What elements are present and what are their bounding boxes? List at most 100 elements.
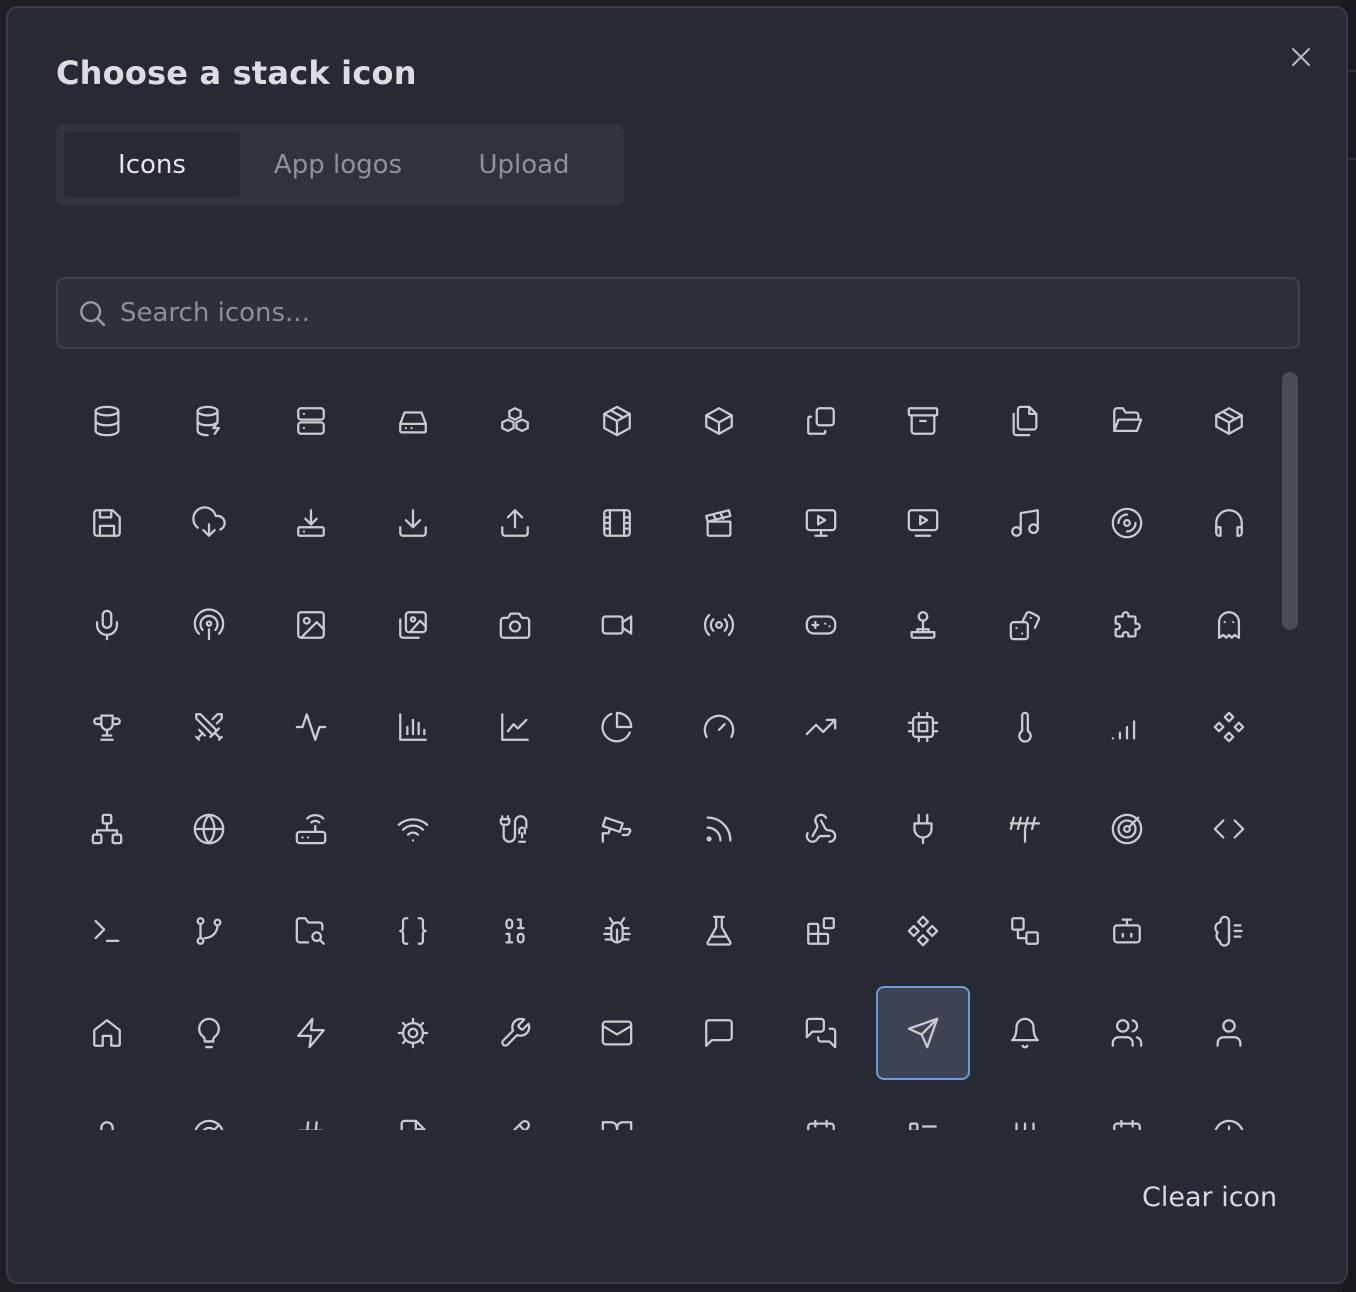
icon-option-archive[interactable]	[876, 374, 970, 468]
icon-option-clapperboard[interactable]	[672, 476, 766, 570]
icon-option-router[interactable]	[264, 782, 358, 876]
icon-option-cog[interactable]	[366, 986, 460, 1080]
search-input[interactable]	[120, 298, 1220, 328]
icon-option-code[interactable]	[1182, 782, 1276, 876]
icon-option-swords[interactable]	[162, 680, 256, 774]
icon-option-signal[interactable]	[1080, 680, 1174, 774]
icon-option-lock[interactable]	[60, 1088, 154, 1130]
icon-option-git-branch[interactable]	[162, 884, 256, 978]
icon-option-hash[interactable]	[264, 1088, 358, 1130]
icon-option-thermometer[interactable]	[978, 680, 1072, 774]
icon-option-headphones[interactable]	[1182, 476, 1276, 570]
icon-option-mail[interactable]	[570, 986, 664, 1080]
icon-option-terminal[interactable]	[60, 884, 154, 978]
icon-option-package-open[interactable]	[570, 374, 664, 468]
icon-option-bug[interactable]	[570, 884, 664, 978]
icon-option-bar-chart[interactable]	[366, 680, 460, 774]
icon-option-rss[interactable]	[672, 782, 766, 876]
icon-option-calendar-range[interactable]	[774, 1088, 868, 1130]
icon-option-network[interactable]	[60, 782, 154, 876]
icon-option-tv-play[interactable]	[876, 476, 970, 570]
icon-option-database-zap[interactable]	[162, 374, 256, 468]
icon-option-hard-drive[interactable]	[366, 374, 460, 468]
icon-option-home[interactable]	[60, 986, 154, 1080]
icon-option-podcast[interactable]	[162, 578, 256, 672]
icon-option-flask[interactable]	[672, 884, 766, 978]
icon-option-radar[interactable]	[162, 1088, 256, 1130]
icon-option-ruler[interactable]	[672, 1088, 766, 1130]
icon-option-folder-search[interactable]	[264, 884, 358, 978]
icon-option-folder-open[interactable]	[1080, 374, 1174, 468]
icon-option-video[interactable]	[570, 578, 664, 672]
icon-option-film[interactable]	[570, 476, 664, 570]
icon-option-brain[interactable]	[1182, 884, 1276, 978]
icon-option-bell[interactable]	[978, 986, 1072, 1080]
icon-option-blocks[interactable]	[774, 884, 868, 978]
icon-option-cable[interactable]	[468, 782, 562, 876]
icon-option-columns[interactable]	[978, 1088, 1072, 1130]
icon-option-target[interactable]	[1080, 782, 1174, 876]
icon-option-bot[interactable]	[1080, 884, 1174, 978]
scrollbar-thumb[interactable]	[1282, 372, 1298, 630]
icon-option-cctv[interactable]	[570, 782, 664, 876]
icon-option-globe[interactable]	[162, 782, 256, 876]
icon-option-boxes[interactable]	[468, 374, 562, 468]
icon-option-zap[interactable]	[264, 986, 358, 1080]
icon-option-shapes[interactable]	[978, 884, 1072, 978]
icon-option-images[interactable]	[366, 578, 460, 672]
icon-option-pie-chart[interactable]	[570, 680, 664, 774]
icon-option-cloud-download[interactable]	[162, 476, 256, 570]
icon-option-disc[interactable]	[1080, 476, 1174, 570]
icon-option-binary[interactable]	[468, 884, 562, 978]
icon-option-server[interactable]	[264, 374, 358, 468]
icon-option-messages-square[interactable]	[774, 986, 868, 1080]
clear-icon-button[interactable]: Clear icon	[1142, 1182, 1277, 1213]
icon-option-image[interactable]	[264, 578, 358, 672]
icon-option-music[interactable]	[978, 476, 1072, 570]
icon-option-message-square[interactable]	[672, 986, 766, 1080]
icon-option-database[interactable]	[60, 374, 154, 468]
icon-option-calendar[interactable]	[1080, 1088, 1174, 1130]
icon-option-line-chart[interactable]	[468, 680, 562, 774]
tab-upload[interactable]: Upload	[436, 132, 612, 198]
icon-option-file-code[interactable]	[366, 1088, 460, 1130]
icon-option-cpu[interactable]	[876, 680, 970, 774]
icon-option-book-open[interactable]	[570, 1088, 664, 1130]
icon-option-files[interactable]	[978, 374, 1072, 468]
icon-option-gamepad[interactable]	[774, 578, 868, 672]
icon-option-radio[interactable]	[672, 578, 766, 672]
tab-app-logos[interactable]: App logos	[240, 132, 436, 198]
icon-option-list[interactable]	[876, 1088, 970, 1130]
close-button[interactable]	[1286, 42, 1316, 72]
icon-option-puzzle[interactable]	[1080, 578, 1174, 672]
tab-icons[interactable]: Icons	[64, 132, 240, 198]
icon-option-camera[interactable]	[468, 578, 562, 672]
icon-option-download-tray[interactable]	[264, 476, 358, 570]
icon-option-trending-up[interactable]	[774, 680, 868, 774]
icon-option-wrench[interactable]	[468, 986, 562, 1080]
icon-option-copy[interactable]	[774, 374, 868, 468]
icon-option-dice[interactable]	[978, 578, 1072, 672]
icon-option-send[interactable]	[876, 986, 970, 1080]
icon-option-box[interactable]	[672, 374, 766, 468]
icon-option-webhook[interactable]	[774, 782, 868, 876]
icon-option-lightbulb[interactable]	[162, 986, 256, 1080]
icon-option-pencil[interactable]	[468, 1088, 562, 1130]
icon-option-download[interactable]	[366, 476, 460, 570]
icon-option-gauge[interactable]	[672, 680, 766, 774]
icon-option-users[interactable]	[1080, 986, 1174, 1080]
icon-option-component[interactable]	[876, 884, 970, 978]
icon-option-wifi[interactable]	[366, 782, 460, 876]
icon-option-clock[interactable]	[1182, 1088, 1276, 1130]
icon-option-rainbow-tally[interactable]	[978, 782, 1072, 876]
icon-option-save[interactable]	[60, 476, 154, 570]
icon-option-ghost[interactable]	[1182, 578, 1276, 672]
icon-option-braces[interactable]	[366, 884, 460, 978]
icon-option-trophy[interactable]	[60, 680, 154, 774]
icon-option-upload[interactable]	[468, 476, 562, 570]
icon-option-plug[interactable]	[876, 782, 970, 876]
icon-option-joystick[interactable]	[876, 578, 970, 672]
icon-option-package[interactable]	[1182, 374, 1276, 468]
icon-option-monitor-play[interactable]	[774, 476, 868, 570]
icon-option-user[interactable]	[1182, 986, 1276, 1080]
